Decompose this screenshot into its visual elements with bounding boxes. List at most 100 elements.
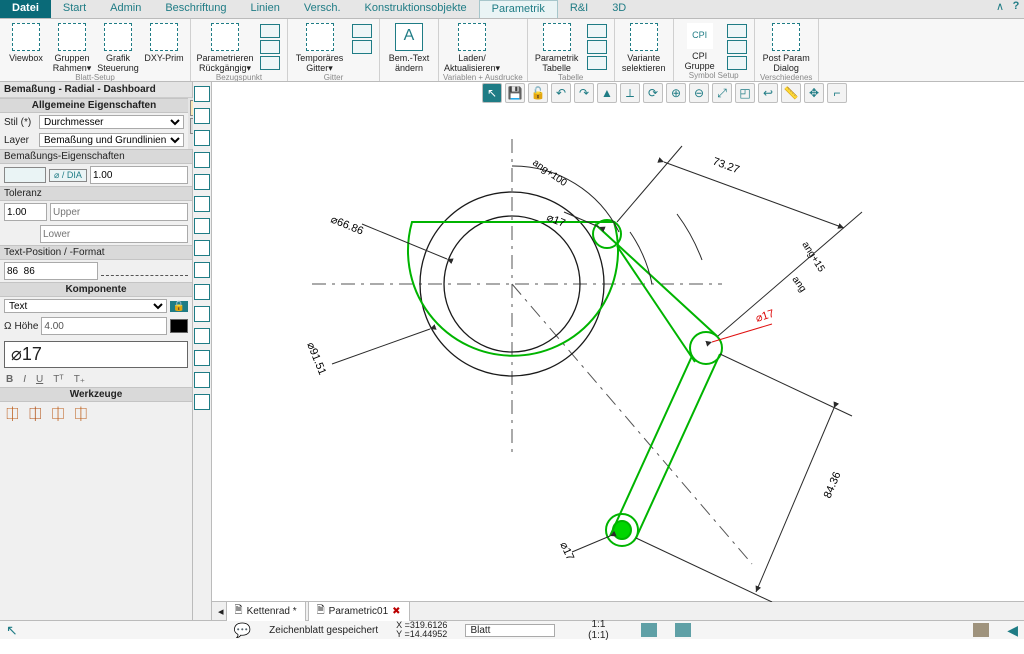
ctb-rotate-icon[interactable]: ⟳	[643, 83, 663, 103]
menu-tab-konstr[interactable]: Konstruktionsobjekte	[353, 0, 479, 18]
tol-upper-input[interactable]	[50, 203, 188, 221]
textpos-input[interactable]	[4, 262, 98, 280]
ribbon-parametrieren[interactable]: Parametrieren Rückgängig▾	[195, 21, 255, 73]
ctb-redo-icon[interactable]: ↷	[574, 83, 594, 103]
ribbon-mini-2[interactable]	[260, 40, 280, 54]
tool-1[interactable]: ⎅	[6, 406, 19, 424]
side-btn-9[interactable]	[194, 262, 210, 278]
side-btn-3[interactable]	[194, 130, 210, 146]
sb-chat-icon[interactable]: 💬	[234, 622, 251, 639]
side-btn-14[interactable]	[194, 372, 210, 388]
help-icon[interactable]: ?	[1008, 0, 1024, 18]
side-btn-2[interactable]	[194, 108, 210, 124]
dim-mode-1[interactable]	[4, 167, 46, 183]
side-btn-1[interactable]	[194, 86, 210, 102]
tool-2[interactable]: ⎅	[29, 406, 42, 424]
sb-icon-1[interactable]	[641, 623, 657, 637]
fmt-bold[interactable]: B	[6, 374, 13, 385]
sb-cursor-icon[interactable]: ↖	[6, 622, 18, 639]
ribbon-laden[interactable]: Laden/ Aktualisieren▾	[443, 21, 501, 73]
ctb-pointer-icon[interactable]: ↖	[482, 83, 502, 103]
tool-4[interactable]: ⎅	[74, 406, 87, 424]
doc-tab-kettenrad[interactable]: 🗎 Kettenrad *	[226, 601, 306, 621]
sb-collapse-icon[interactable]: ◀	[1007, 622, 1018, 639]
ribbon-postparam[interactable]: Post Param Dialog	[759, 21, 814, 73]
ribbon-temp-gitter[interactable]: Temporäres Gitter▾	[292, 21, 347, 73]
ctb-zoomout-icon[interactable]: ⊖	[689, 83, 709, 103]
ctb-save-icon[interactable]: 💾	[505, 83, 525, 103]
dim-value-field[interactable]: ⌀17	[4, 341, 188, 368]
color-swatch[interactable]	[170, 319, 188, 333]
ribbon-mini-5[interactable]	[352, 40, 372, 54]
tol-mode-input[interactable]	[4, 203, 47, 221]
layer-select[interactable]: Bemaßung und Grundlinien	[39, 133, 184, 147]
ribbon-cpi[interactable]: CPICPI Gruppe	[678, 21, 722, 71]
height-input[interactable]	[41, 317, 167, 335]
side-btn-12[interactable]	[194, 328, 210, 344]
ribbon-mini-3[interactable]	[260, 56, 280, 70]
fmt-case1[interactable]: Tᵀ	[53, 374, 63, 385]
menu-tab-ri[interactable]: R&I	[558, 0, 600, 18]
component-type-select[interactable]: Text	[4, 299, 167, 313]
ribbon-variante[interactable]: Variante selektieren	[619, 21, 669, 80]
sb-icon-2[interactable]	[675, 623, 691, 637]
tool-3[interactable]: ⎅	[52, 406, 65, 424]
side-btn-5[interactable]	[194, 174, 210, 190]
side-btn-7[interactable]	[194, 218, 210, 234]
ctb-pan-icon[interactable]: ✥	[804, 83, 824, 103]
ctb-zoomfit-icon[interactable]: ⤢	[712, 83, 732, 103]
sb-icon-clipboard[interactable]	[973, 623, 989, 637]
ctb-zoomprev-icon[interactable]: ↩	[758, 83, 778, 103]
ribbon-mini-6[interactable]	[587, 24, 607, 38]
menu-tab-linien[interactable]: Linien	[238, 0, 291, 18]
ribbon-mini-11[interactable]	[727, 56, 747, 70]
doc-tab-nav-icon[interactable]: ◂	[218, 605, 224, 618]
drawing-canvas[interactable]: ⌀17 ⌀66.86 ⌀91.51 ⌀17 ⌀17	[212, 104, 1024, 601]
menu-tab-versch[interactable]: Versch.	[292, 0, 353, 18]
ribbon-bemtext[interactable]: ABem.-Text ändern	[384, 21, 434, 80]
ctb-up-icon[interactable]: ▲	[597, 83, 617, 103]
ribbon-mini-9[interactable]	[727, 24, 747, 38]
ctb-zoomin-icon[interactable]: ⊕	[666, 83, 686, 103]
ctb-perp-icon[interactable]: ⟂	[620, 83, 640, 103]
dia-badge[interactable]: ⌀ / DIA	[49, 169, 87, 182]
lock-icon[interactable]: 🔒	[170, 301, 188, 312]
ribbon-mini-8[interactable]	[587, 56, 607, 70]
menu-tab-beschr[interactable]: Beschriftung	[153, 0, 238, 18]
tol-lower-input[interactable]	[40, 225, 188, 243]
fmt-italic[interactable]: I	[23, 374, 26, 385]
ribbon-mini-7[interactable]	[587, 40, 607, 54]
menu-tab-3d[interactable]: 3D	[600, 0, 638, 18]
ctb-ortho-icon[interactable]: ⌐	[827, 83, 847, 103]
ribbon-mini-1[interactable]	[260, 24, 280, 38]
collapse-ribbon-icon[interactable]: ∧	[992, 0, 1008, 18]
ctb-lock-icon[interactable]: 🔓	[528, 83, 548, 103]
side-btn-4[interactable]	[194, 152, 210, 168]
menu-file[interactable]: Datei	[0, 0, 51, 18]
side-btn-6[interactable]	[194, 196, 210, 212]
ribbon-grafik-steuerung[interactable]: Grafik Steuerung	[96, 21, 140, 73]
close-tab-icon[interactable]: ✖	[392, 606, 400, 617]
ribbon-mini-10[interactable]	[727, 40, 747, 54]
status-sheet[interactable]: Blatt	[465, 624, 555, 637]
fmt-case2[interactable]: T₊	[74, 374, 85, 385]
menu-tab-parametrik[interactable]: Parametrik	[479, 0, 558, 18]
dim-scale-input[interactable]	[90, 166, 188, 184]
menu-tab-start[interactable]: Start	[51, 0, 98, 18]
side-btn-8[interactable]	[194, 240, 210, 256]
ctb-undo-icon[interactable]: ↶	[551, 83, 571, 103]
style-select[interactable]: Durchmesser	[39, 115, 184, 129]
ribbon-pmtable[interactable]: Parametrik Tabelle	[532, 21, 582, 73]
ribbon-gruppen-rahmen[interactable]: Gruppen Rahmen▾	[50, 21, 94, 73]
fmt-underline[interactable]: U	[36, 374, 43, 385]
side-btn-13[interactable]	[194, 350, 210, 366]
ribbon-viewbox[interactable]: Viewbox	[4, 21, 48, 73]
side-btn-10[interactable]	[194, 284, 210, 300]
side-btn-15[interactable]	[194, 394, 210, 410]
menu-tab-admin[interactable]: Admin	[98, 0, 153, 18]
doc-tab-parametric[interactable]: 🗎 Parametric01 ✖	[308, 601, 410, 621]
ribbon-mini-4[interactable]	[352, 24, 372, 38]
ctb-zoomwin-icon[interactable]: ◰	[735, 83, 755, 103]
ribbon-dxy-prim[interactable]: DXY-Prim	[142, 21, 186, 73]
ctb-measure-icon[interactable]: 📏	[781, 83, 801, 103]
